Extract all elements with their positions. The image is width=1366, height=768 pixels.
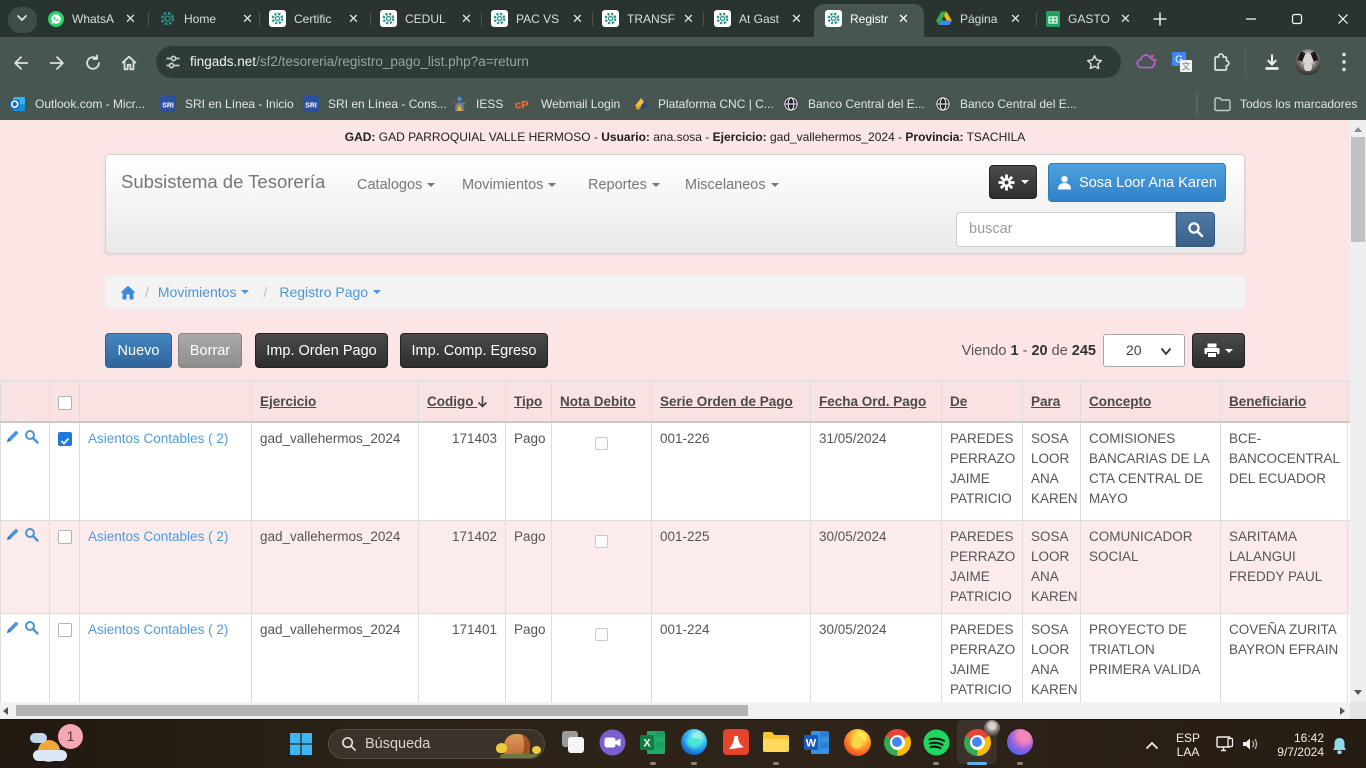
svg-text:W: W [806, 737, 817, 749]
svg-text:cP: cP [515, 100, 528, 111]
svg-text:X: X [643, 737, 651, 749]
svg-text:SRI: SRI [162, 103, 174, 110]
svg-text:文: 文 [1181, 61, 1190, 72]
svg-text:SRI: SRI [305, 103, 317, 110]
